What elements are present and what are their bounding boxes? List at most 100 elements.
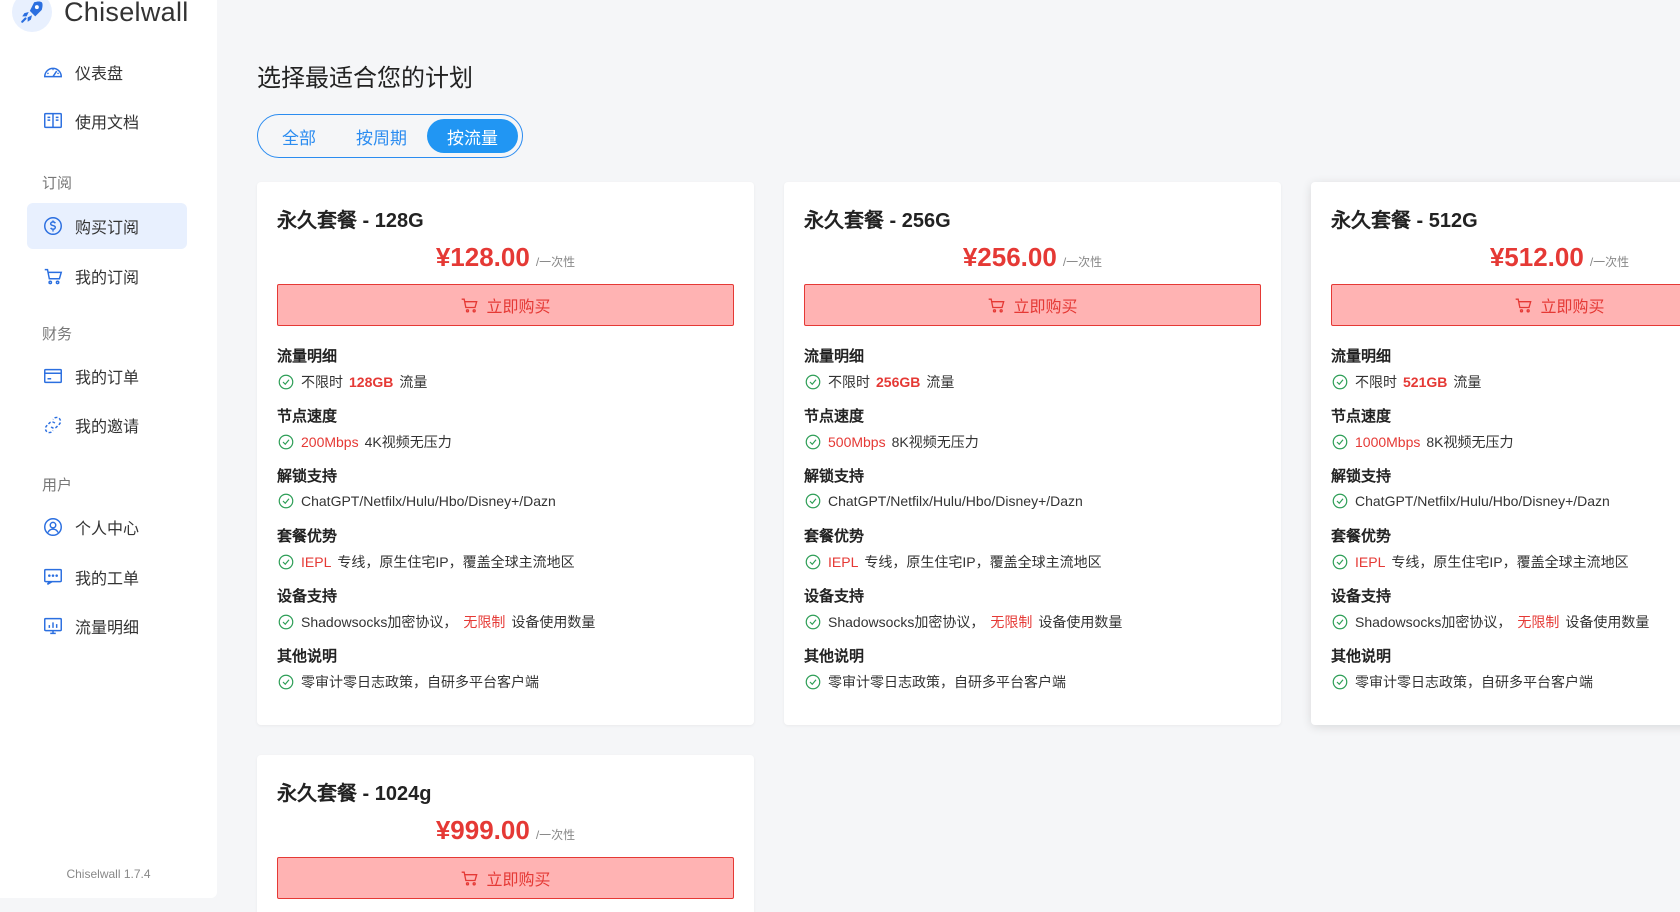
plan-card: 永久套餐 - 128G ¥128.00/一次性 立即购买 流量明细 不限时 128… [257,182,754,725]
sidebar-item-docs[interactable]: 使用文档 [27,98,187,144]
feature-text: 零审计零日志政策，自研多平台客户端 [301,674,539,690]
sidebar-item-label: 购买订阅 [75,220,140,237]
buy-now-label: 立即购买 [486,872,551,889]
feature-highlight: 521GB [1403,374,1448,390]
check-circle-icon [278,434,294,450]
check-circle-icon [805,674,821,690]
check-circle-icon [1332,614,1348,630]
feature-text: 零审计零日志政策，自研多平台客户端 [828,674,1066,690]
buy-now-button[interactable]: 立即购买 [1331,284,1680,326]
check-circle-icon [805,554,821,570]
feature-text: 流量 [926,374,955,390]
price-row: ¥128.00/一次性 [257,242,754,273]
version-label: Chiselwall 1.7.4 [66,867,151,881]
sidebar-item-label: 流量明细 [75,620,140,637]
price-unit: /一次性 [535,828,576,842]
sidebar-item-label: 仪表盘 [75,66,124,83]
feature-device: 设备支持 Shadowsocks加密协议， 无限制 设备使用数量 [277,585,734,632]
plan-price: ¥128.00 [435,242,530,272]
sidebar-item-my-orders[interactable]: 我的订单 [27,353,187,399]
buy-now-label: 立即购买 [1013,299,1078,316]
check-circle-icon [805,493,821,509]
feature-speed: 节点速度 1000Mbps 8K视频无压力 [1331,405,1680,452]
buy-now-button[interactable]: 立即购买 [277,857,734,899]
feature-traffic: 流量明细 不限时 521GB 流量 [1331,345,1680,392]
price-row: ¥256.00/一次性 [784,242,1281,273]
feature-other: 其他说明 零审计零日志政策，自研多平台客户端 [804,645,1261,692]
feature-text: 流量 [399,374,428,390]
plan-title: 永久套餐 - 1024g [277,783,432,805]
gauge-icon [44,67,62,78]
sidebar-item-profile[interactable]: 个人中心 [27,504,187,550]
feature-text: ChatGPT/Netfilx/Hulu/Hbo/Disney+/Dazn [828,493,1083,509]
feature-text: ChatGPT/Netfilx/Hulu/Hbo/Disney+/Dazn [301,493,556,509]
check-circle-icon [278,614,294,630]
feature-device: 设备支持 Shadowsocks加密协议， 无限制 设备使用数量 [804,585,1261,632]
price-unit: /一次性 [1062,255,1103,269]
rocket-icon [12,0,52,32]
feature-line: 1000Mbps 8K视频无压力 [1331,432,1680,452]
tab-by-traffic[interactable]: 按流量 [427,119,518,153]
tab-all[interactable]: 全部 [262,119,336,153]
sidebar-item-my-subscription[interactable]: 我的订阅 [27,253,187,299]
feature-line: IEPL 专线，原生住宅IP，覆盖全球主流地区 [804,552,1261,572]
feature-head: 流量明细 [1331,348,1392,365]
plan-title: 永久套餐 - 512G [1331,210,1478,232]
feature-head: 套餐优势 [1331,528,1392,545]
cart-icon [462,871,479,886]
sidebar-item-my-invites[interactable]: 我的邀请 [27,402,187,448]
feature-highlight: 无限制 [1517,614,1560,630]
sidebar-item-my-tickets[interactable]: 我的工单 [27,554,187,600]
feature-head: 套餐优势 [277,528,338,545]
feature-head: 流量明细 [804,348,865,365]
feature-unlock: 解锁支持 ChatGPT/Netfilx/Hulu/Hbo/Disney+/Da… [1331,465,1680,510]
sidebar-item-buy-subscription[interactable]: 购买订阅 [27,203,187,249]
feature-traffic: 流量明细 不限时 256GB 流量 [804,345,1261,392]
plan-price: ¥512.00 [1489,242,1584,272]
feature-traffic: 流量明细 不限时 128GB 流量 [277,345,734,392]
price-row: ¥512.00/一次性 [1311,242,1680,273]
price-unit: /一次性 [1589,255,1630,269]
feature-text: ChatGPT/Netfilx/Hulu/Hbo/Disney+/Dazn [1355,493,1610,509]
feature-device: 设备支持 Shadowsocks加密协议， 无限制 设备使用数量 [1331,585,1680,632]
brand[interactable]: Chiselwall [12,0,189,38]
sidebar-item-dashboard[interactable]: 仪表盘 [27,49,187,95]
feature-highlight: 500Mbps [828,434,886,450]
feature-text: 专线，原生住宅IP，覆盖全球主流地区 [337,554,575,570]
tab-by-period[interactable]: 按周期 [336,119,427,153]
feature-line: 零审计零日志政策，自研多平台客户端 [277,672,734,692]
plan-card: 永久套餐 - 512G ¥512.00/一次性 立即购买 流量明细 不限时 521… [1311,182,1680,725]
feature-head: 解锁支持 [1331,468,1392,485]
buy-now-button[interactable]: 立即购买 [277,284,734,326]
feature-head: 节点速度 [277,408,338,425]
price-unit: /一次性 [535,255,576,269]
check-circle-icon [1332,493,1348,509]
nav-section-finance: 财务 [42,326,73,343]
feature-head: 套餐优势 [804,528,865,545]
plan-price: ¥999.00 [435,815,530,845]
plan-title: 永久套餐 - 256G [804,210,951,232]
check-circle-icon [278,493,294,509]
feature-text: 专线，原生住宅IP，覆盖全球主流地区 [1391,554,1629,570]
plan-card: 永久套餐 - 1024g ¥999.00/一次性 立即购买 [257,755,754,912]
card-icon [44,368,62,384]
plan-filter-tabs: 全部 按周期 按流量 [257,114,523,158]
feature-highlight: 200Mbps [301,434,359,450]
cart-icon [44,268,63,285]
check-circle-icon [1332,554,1348,570]
feature-text: Shadowsocks加密协议， [301,614,458,630]
feature-highlight: 1000Mbps [1355,434,1421,450]
feature-line: 200Mbps 4K视频无压力 [277,432,734,452]
brand-name: Chiselwall [64,0,189,27]
check-circle-icon [1332,434,1348,450]
buy-now-button[interactable]: 立即购买 [804,284,1261,326]
chart-icon [44,617,62,635]
sidebar-item-traffic-detail[interactable]: 流量明细 [27,603,187,649]
feature-text: 专线，原生住宅IP，覆盖全球主流地区 [864,554,1102,570]
feature-highlight: 256GB [876,374,921,390]
feature-unlock: 解锁支持 ChatGPT/Netfilx/Hulu/Hbo/Disney+/Da… [277,465,734,510]
plan-price: ¥256.00 [962,242,1057,272]
feature-highlight: 128GB [349,374,394,390]
feature-head: 节点速度 [1331,408,1392,425]
feature-highlight: IEPL [301,554,332,570]
